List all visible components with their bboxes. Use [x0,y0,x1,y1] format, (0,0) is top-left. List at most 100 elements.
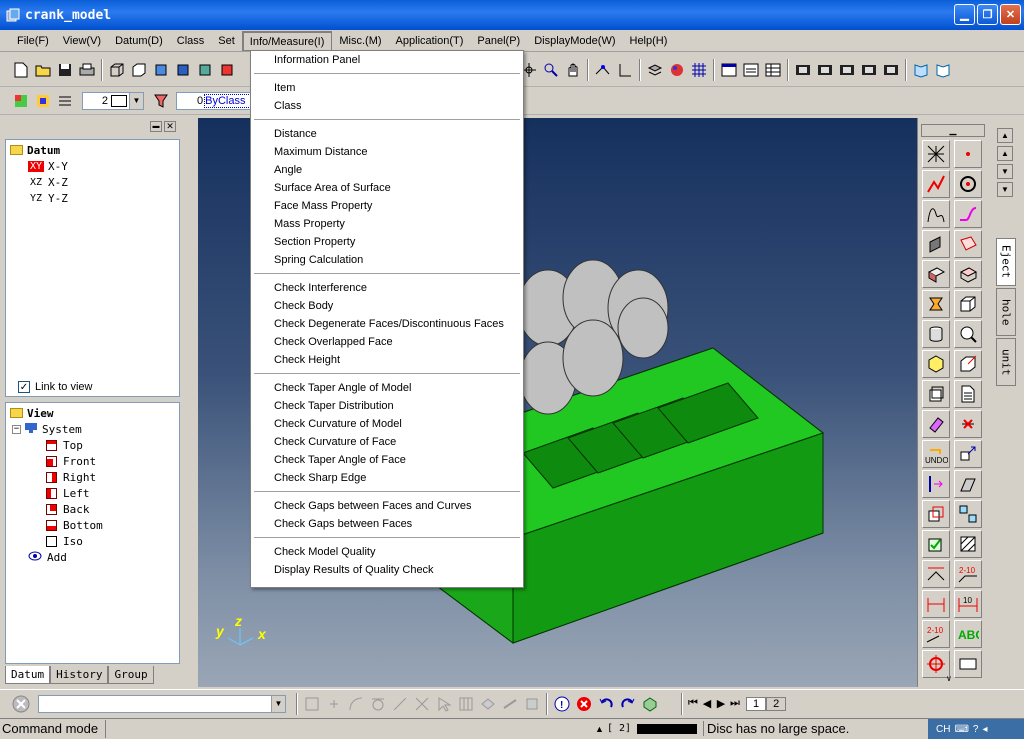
tree-item-view-root[interactable]: View [6,405,179,421]
angle-dim-icon[interactable]: 2-10 [922,620,950,648]
filter-icon[interactable] [150,90,172,112]
tree-item-add[interactable]: Add [6,549,179,565]
table-icon[interactable] [762,59,784,81]
dim-10-icon[interactable]: 10 [954,590,982,618]
snap-arc-icon[interactable] [345,693,367,715]
status-up-arrow-icon[interactable]: ▲ [595,724,607,734]
snap-tangent-icon[interactable] [367,693,389,715]
menu-option-check-taper-distribution[interactable]: Check Taper Distribution [251,397,523,415]
tree-item-left[interactable]: Left [6,485,179,501]
menu-file[interactable]: File(F) [10,31,56,51]
hand-pan-icon[interactable] [562,59,584,81]
move-icon[interactable] [954,440,982,468]
menu-option-check-curvature-of-face[interactable]: Check Curvature of Face [251,433,523,451]
info-icon[interactable]: ! [551,693,573,715]
scroll-down-icon[interactable]: ∨ [946,674,952,683]
close-button[interactable]: ✕ [1000,4,1021,25]
menu-datum[interactable]: Datum(D) [108,31,170,51]
prev-page-icon[interactable]: ◀ [700,693,714,715]
red-box-icon[interactable] [216,59,238,81]
snap-grid-icon[interactable] [455,693,477,715]
hex-solid-icon[interactable] [922,350,950,378]
line-color-icon[interactable] [32,90,54,112]
tab-group[interactable]: Group [108,666,154,684]
undo-arrow-icon[interactable] [595,693,617,715]
restore-button[interactable]: ❐ [977,4,998,25]
tree-item-datum-root[interactable]: Datum [6,142,179,158]
menu-option-check-gaps-between-faces[interactable]: Check Gaps between Faces [251,515,523,533]
first-page-icon[interactable]: ⏮ [686,693,700,715]
view-button-2-icon[interactable] [814,59,836,81]
menu-option-check-overlapped-face[interactable]: Check Overlapped Face [251,333,523,351]
cancel-icon[interactable] [573,693,595,715]
snap-face-icon[interactable] [477,693,499,715]
tree-item-top[interactable]: Top [6,437,179,453]
tree-item-system[interactable]: − System [6,421,179,437]
tree-item-bottom[interactable]: Bottom [6,517,179,533]
box-outline-icon[interactable] [128,59,150,81]
linear-dim-icon[interactable] [922,590,950,618]
extrude-icon[interactable] [922,260,950,288]
wireframe-box-icon[interactable] [106,59,128,81]
point-dot-icon[interactable] [954,140,982,168]
book-icon[interactable] [910,59,932,81]
polyline-icon[interactable] [922,170,950,198]
menu-option-display-results-of-quality-check[interactable]: Display Results of Quality Check [251,561,523,579]
down-end-icon[interactable]: ▼ [997,182,1013,197]
tree-item-xy[interactable]: XY X-Y [6,158,179,174]
menu-option-check-body[interactable]: Check Body [251,297,523,315]
curve-icon[interactable] [954,200,982,228]
menu-misc[interactable]: Misc.(M) [332,31,388,51]
cylinder-icon[interactable] [922,320,950,348]
tree-item-right[interactable]: Right [6,469,179,485]
tab-unit[interactable]: unit [996,338,1016,386]
menu-option-check-interference[interactable]: Check Interference [251,279,523,297]
layer-icon[interactable] [644,59,666,81]
plane-icon[interactable] [922,230,950,258]
tree-item-back[interactable]: Back [6,501,179,517]
book-open-icon[interactable] [932,59,954,81]
rotate-axis-icon[interactable] [592,59,614,81]
snap-edge-icon[interactable] [499,693,521,715]
menu-option-check-taper-angle-of-model[interactable]: Check Taper Angle of Model [251,379,523,397]
print-icon[interactable] [76,59,98,81]
zoom-select-icon[interactable] [954,320,982,348]
menu-option-check-degenerate-faces-discontinuous-faces[interactable]: Check Degenerate Faces/Discontinuous Fac… [251,315,523,333]
array-icon[interactable] [954,500,982,528]
up-icon[interactable]: ▲ [997,146,1013,161]
tab-eject[interactable]: Eject [996,238,1016,286]
save-icon[interactable] [54,59,76,81]
hatch-icon[interactable] [954,530,982,558]
menu-class[interactable]: Class [170,31,212,51]
grid-icon[interactable] [688,59,710,81]
document-icon[interactable] [954,380,982,408]
cut-box-icon[interactable] [954,350,982,378]
menu-option-class[interactable]: Class [251,97,523,115]
snap-end-icon[interactable] [389,693,411,715]
redo-arrow-icon[interactable] [617,693,639,715]
snap-cursor-icon[interactable] [433,693,455,715]
panel-pin-icon[interactable]: ▬ [150,121,162,132]
view-button-3-icon[interactable] [836,59,858,81]
shaded-box-icon[interactable] [172,59,194,81]
menu-option-item[interactable]: Item [251,79,523,97]
command-input[interactable]: ▼ [38,694,286,713]
menu-option-face-mass-property[interactable]: Face Mass Property [251,197,523,215]
menu-help[interactable]: Help(H) [623,31,675,51]
line-width-select[interactable]: 2 ▼ [82,91,144,110]
view-button-1-icon[interactable] [792,59,814,81]
spline-icon[interactable] [922,200,950,228]
panel-handle[interactable]: ▁ [921,124,985,137]
color-palette-icon[interactable] [666,59,688,81]
down-icon[interactable]: ▼ [997,164,1013,179]
align-icon[interactable] [922,470,950,498]
tab-history[interactable]: History [50,666,109,684]
link-to-view-checkbox[interactable]: ✓ Link to view [18,381,92,393]
menu-option-check-height[interactable]: Check Height [251,351,523,369]
properties-icon[interactable] [740,59,762,81]
page-tab-1[interactable]: 1 [746,696,767,711]
menu-option-check-taper-angle-of-face[interactable]: Check Taper Angle of Face [251,451,523,469]
check-solid-icon[interactable] [922,530,950,558]
menu-option-check-sharp-edge[interactable]: Check Sharp Edge [251,469,523,487]
tree-item-xz[interactable]: XZ X-Z [6,174,179,190]
